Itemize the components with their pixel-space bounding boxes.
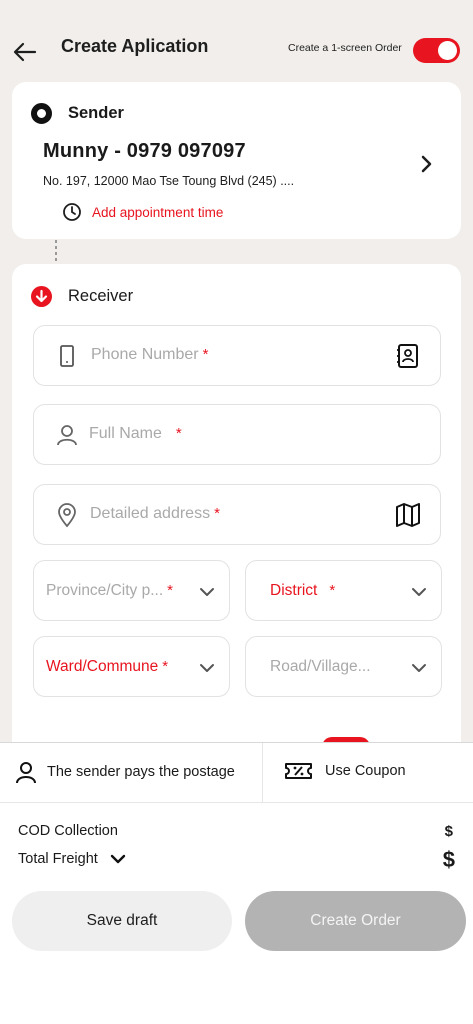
- arrow-down-circle-icon: [31, 286, 52, 307]
- sender-section-label: Sender: [68, 104, 124, 122]
- bottom-panel: The sender pays the postage Use Coupon C…: [0, 742, 473, 1024]
- payment-row: The sender pays the postage Use Coupon: [0, 743, 473, 803]
- payer-label: The sender pays the postage: [47, 764, 235, 780]
- user-icon: [16, 762, 36, 784]
- back-button[interactable]: [10, 38, 40, 66]
- chevron-down-icon: [412, 664, 426, 672]
- location-pin-icon: [58, 503, 76, 528]
- cod-collection-value: $: [444, 823, 453, 840]
- phone-icon: [60, 345, 74, 367]
- create-order-button[interactable]: Create Order: [245, 891, 466, 951]
- add-appointment-time-label: Add appointment time: [92, 204, 224, 220]
- add-appointment-time-button[interactable]: Add appointment time: [62, 202, 223, 222]
- contacts-book-icon[interactable]: [394, 342, 422, 370]
- total-freight-label: Total Freight: [18, 851, 98, 867]
- phone-number-placeholder: Phone Number *: [91, 346, 209, 363]
- phone-number-field[interactable]: Phone Number *: [33, 325, 441, 386]
- user-icon: [57, 425, 77, 446]
- province-select[interactable]: Province/City p... *: [33, 560, 230, 621]
- district-label: District *: [270, 582, 336, 599]
- receiver-section-label: Receiver: [68, 287, 134, 305]
- sender-card[interactable]: Sender Munny - 0979 097097 No. 197, 1200…: [12, 82, 461, 239]
- coupon-ticket-icon: [285, 763, 312, 779]
- one-screen-order-label: Create a 1-screen Order: [288, 42, 402, 54]
- use-coupon-button[interactable]: Use Coupon: [284, 761, 406, 781]
- province-placeholder: Province/City p... *: [46, 582, 173, 599]
- receiver-card: Receiver Phone Number * Full Name * Deta…: [12, 264, 461, 784]
- district-select[interactable]: District *: [245, 560, 442, 621]
- chevron-right-icon[interactable]: [414, 152, 438, 176]
- chevron-down-icon: [412, 588, 426, 596]
- divider: [262, 743, 263, 803]
- chevron-down-icon: [200, 664, 214, 672]
- clock-icon: [63, 203, 81, 221]
- total-freight-value: $: [442, 847, 455, 872]
- chevron-down-icon: [110, 854, 125, 864]
- save-draft-button[interactable]: Save draft: [12, 891, 232, 951]
- arrow-left-icon: [13, 42, 37, 62]
- one-screen-order-toggle[interactable]: [413, 38, 460, 63]
- full-name-field[interactable]: Full Name *: [33, 404, 441, 465]
- ward-commune-label: Ward/Commune *: [46, 658, 169, 675]
- detailed-address-placeholder: Detailed address *: [90, 505, 220, 522]
- road-village-placeholder: Road/Village...: [270, 658, 371, 675]
- use-coupon-label: Use Coupon: [325, 763, 406, 779]
- cod-collection-label: COD Collection: [18, 823, 118, 839]
- road-village-select[interactable]: Road/Village...: [245, 636, 442, 697]
- sender-radio-icon: [31, 103, 52, 124]
- full-name-placeholder: Full Name *: [89, 425, 182, 442]
- toggle-knob: [438, 41, 457, 60]
- page-title: Create Aplication: [61, 36, 209, 56]
- chevron-down-icon: [200, 588, 214, 596]
- connector-dots: [55, 240, 57, 264]
- ward-commune-select[interactable]: Ward/Commune *: [33, 636, 230, 697]
- sender-name-phone: Munny - 0979 097097: [43, 140, 246, 162]
- total-freight-toggle[interactable]: Total Freight: [18, 851, 126, 867]
- map-icon[interactable]: [394, 501, 422, 529]
- payer-selector[interactable]: The sender pays the postage: [14, 760, 235, 784]
- detailed-address-field[interactable]: Detailed address *: [33, 484, 441, 545]
- header: Create Aplication Create a 1-screen Orde…: [0, 0, 473, 80]
- sender-address: No. 197, 12000 Mao Tse Toung Blvd (245) …: [43, 174, 295, 188]
